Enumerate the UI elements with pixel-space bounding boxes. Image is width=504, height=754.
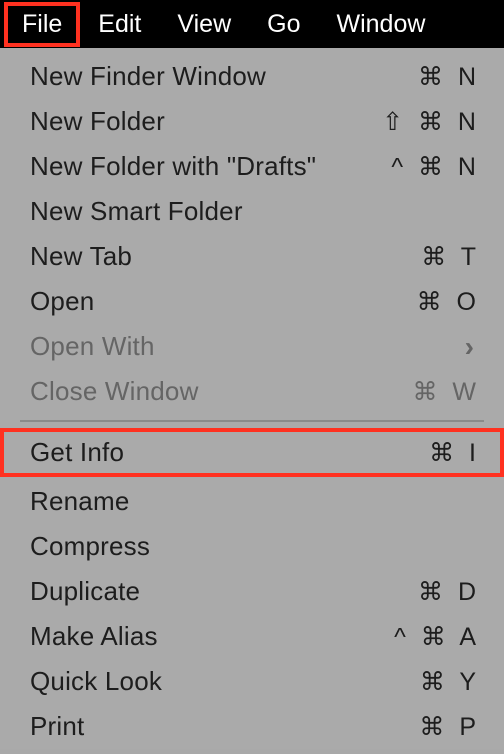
menu-label: Duplicate bbox=[30, 576, 140, 607]
menu-label: Get Info bbox=[30, 437, 124, 468]
menu-item-close-window: Close Window ⌘ W bbox=[0, 369, 504, 414]
menu-item-make-alias[interactable]: Make Alias ^ ⌘ A bbox=[0, 614, 504, 659]
menu-item-quick-look[interactable]: Quick Look ⌘ Y bbox=[0, 659, 504, 704]
menu-shortcut: ⌘ I bbox=[429, 438, 480, 468]
menu-shortcut: ⌘ T bbox=[421, 242, 480, 272]
menu-item-open-with[interactable]: Open With › bbox=[0, 324, 504, 369]
menu-item-rename[interactable]: Rename bbox=[0, 479, 504, 524]
menu-separator bbox=[20, 420, 484, 422]
menubar-item-window[interactable]: Window bbox=[319, 2, 444, 47]
menu-shortcut: ⌘ D bbox=[418, 577, 480, 607]
menu-item-new-folder-with-selection[interactable]: New Folder with "Drafts" ^ ⌘ N bbox=[0, 144, 504, 189]
menu-shortcut: ⌘ P bbox=[419, 712, 480, 742]
menu-item-duplicate[interactable]: Duplicate ⌘ D bbox=[0, 569, 504, 614]
menu-shortcut: ^ ⌘ A bbox=[394, 622, 480, 652]
menu-shortcut: ⌘ W bbox=[412, 377, 480, 407]
menu-label: Make Alias bbox=[30, 621, 158, 652]
menu-label: Open bbox=[30, 286, 94, 317]
chevron-right-icon: › bbox=[465, 331, 480, 363]
menubar-item-go[interactable]: Go bbox=[249, 2, 318, 47]
menu-label: New Finder Window bbox=[30, 61, 266, 92]
menu-shortcut: ⌘ O bbox=[417, 287, 480, 317]
menu-shortcut: ⇧ ⌘ N bbox=[382, 107, 480, 137]
menu-label: Open With bbox=[30, 331, 155, 362]
menu-label: Compress bbox=[30, 531, 150, 562]
menu-shortcut: ^ ⌘ N bbox=[391, 152, 480, 182]
menubar-item-edit[interactable]: Edit bbox=[80, 2, 159, 47]
menu-label: New Smart Folder bbox=[30, 196, 243, 227]
menu-item-open[interactable]: Open ⌘ O bbox=[0, 279, 504, 324]
menu-label: New Folder bbox=[30, 106, 165, 137]
menu-shortcut: ⌘ N bbox=[418, 62, 480, 92]
file-menu-dropdown: New Finder Window ⌘ N New Folder ⇧ ⌘ N N… bbox=[0, 48, 504, 749]
menu-item-get-info[interactable]: Get Info ⌘ I bbox=[0, 428, 504, 477]
menubar-item-file[interactable]: File bbox=[4, 2, 80, 47]
menu-item-print[interactable]: Print ⌘ P bbox=[0, 704, 504, 749]
menubar-item-view[interactable]: View bbox=[159, 2, 249, 47]
menu-label: New Tab bbox=[30, 241, 132, 272]
menu-item-compress[interactable]: Compress bbox=[0, 524, 504, 569]
menu-item-new-smart-folder[interactable]: New Smart Folder bbox=[0, 189, 504, 234]
menu-shortcut: ⌘ Y bbox=[420, 667, 480, 697]
menu-label: Close Window bbox=[30, 376, 199, 407]
menu-label: Quick Look bbox=[30, 666, 162, 697]
menu-label: New Folder with "Drafts" bbox=[30, 151, 316, 182]
menu-item-new-tab[interactable]: New Tab ⌘ T bbox=[0, 234, 504, 279]
menu-item-new-finder-window[interactable]: New Finder Window ⌘ N bbox=[0, 54, 504, 99]
menubar: File Edit View Go Window bbox=[0, 0, 504, 48]
menu-label: Rename bbox=[30, 486, 129, 517]
menu-item-new-folder[interactable]: New Folder ⇧ ⌘ N bbox=[0, 99, 504, 144]
menu-label: Print bbox=[30, 711, 84, 742]
